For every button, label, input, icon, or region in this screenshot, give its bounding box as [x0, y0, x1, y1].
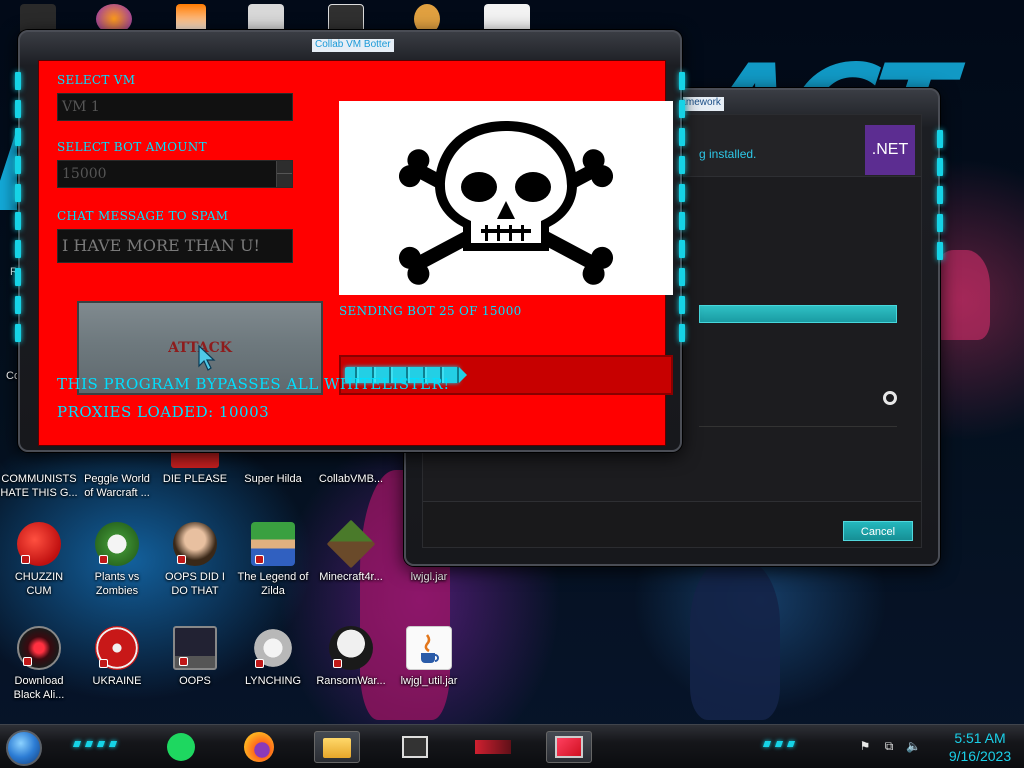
desktop-icon-label: HATE THIS G... [0, 487, 78, 499]
chat-message-input[interactable]: I HAVE MORE THAN U! [57, 229, 293, 263]
desktop-icon-label: Black Ali... [13, 689, 65, 701]
desktop-icon-label: COMMUNISTS [1, 473, 77, 485]
shortcut-arrow-icon [333, 659, 342, 668]
desktop-icon-oops[interactable]: OOPS [156, 626, 234, 688]
bot-amount-stepper[interactable] [276, 161, 292, 187]
volume-icon[interactable]: 🔈 [906, 739, 921, 753]
desktop-icon-pvz[interactable]: Plants vs Zombies [78, 522, 156, 598]
desktop-icon-ukraine[interactable]: UKRAINE [78, 626, 156, 688]
installer-divider [699, 407, 897, 427]
firefox-icon[interactable] [236, 731, 282, 763]
shortcut-arrow-icon [23, 657, 32, 666]
bot-amount-value: 15000 [62, 166, 107, 182]
minecraft-icon [326, 519, 376, 569]
file-explorer-icon[interactable] [314, 731, 360, 763]
desktop-icon-label: Minecraft4r... [319, 571, 383, 583]
shortcut-arrow-icon [179, 657, 188, 666]
java-icon [406, 626, 452, 670]
select-vm-label: SELECT VM [57, 73, 136, 87]
skull-icon [329, 626, 373, 670]
sending-status-label: SENDING BOT 25 OF 15000 [339, 304, 522, 318]
desktop-icon-oops-did-i[interactable]: OOPS DID I DO THAT [156, 522, 234, 598]
shortcut-arrow-icon [99, 659, 108, 668]
zelda-icon [251, 522, 295, 566]
spotify-icon[interactable] [158, 731, 204, 763]
desktop-icon-label: lwjgl.jar [410, 571, 448, 583]
installer-footer: Cancel [423, 501, 921, 547]
installer-progress-bar [699, 305, 897, 323]
desktop-icon-label: Plants vs [94, 571, 140, 583]
ornament-icon [251, 626, 295, 670]
clock-date: 9/16/2023 [948, 748, 1012, 764]
desktop-icon-label: Zombies [95, 585, 139, 597]
cancel-button[interactable]: Cancel [843, 521, 913, 541]
desktop-icon-minecraft[interactable]: Minecraft4r... [312, 519, 390, 584]
desktop-icon-label: CHUZZIN [14, 571, 64, 583]
shortcut-arrow-icon [21, 555, 30, 564]
flag-icon[interactable]: ⚑ [858, 739, 872, 753]
desktop-icon-label: RansomWar... [316, 675, 386, 687]
desktop-icon-label: DO THAT [171, 585, 219, 597]
proxies-loaded-text: PROXIES LOADED: 10003 [57, 403, 270, 421]
chat-message-label: CHAT MESSAGE TO SPAM [57, 209, 229, 223]
network-icon[interactable]: ⧉ [882, 739, 896, 753]
collab-vm-botter-window[interactable]: Collab VM Botter SELECT VM VM 1 SELECT B… [15, 30, 685, 452]
desktop-icon-label: The Legend of [237, 571, 309, 583]
start-button[interactable] [6, 730, 42, 766]
plants-vs-zombies-icon [95, 522, 139, 566]
desktop-icon-label: OOPS DID I [165, 571, 225, 583]
desktop-icon-label: OOPS [179, 675, 211, 687]
botter-panel: SELECT VM VM 1 SELECT BOT AMOUNT 15000 C… [38, 60, 673, 446]
shortcut-arrow-icon [255, 555, 264, 564]
dotnet-logo-icon: .NET [865, 125, 915, 175]
desktop-icon-label: DIE PLEASE [162, 473, 228, 485]
shortcut-arrow-icon [177, 555, 186, 564]
desktop-icon-label: of Warcraft ... [84, 487, 150, 499]
monitor-app-icon[interactable] [546, 731, 592, 763]
java-cup-icon [421, 634, 439, 663]
chuzzle-icon [17, 522, 61, 566]
desktop-icon-black-ali[interactable]: Download Black Ali... [0, 626, 78, 702]
skull-and-crossbones-icon [398, 121, 614, 285]
desktop-icon-label: CollabVMB... [318, 473, 384, 485]
desktop-icon-label: CUM [26, 585, 52, 597]
skull-image [339, 101, 673, 295]
network-manager-icon[interactable] [392, 731, 438, 763]
clock-time: 5:51 AM [954, 730, 1006, 746]
desktop-icon-label: Peggle World [84, 473, 150, 485]
frame-decoration [14, 72, 22, 410]
portrait-icon [173, 522, 217, 566]
eye-orb-icon [17, 626, 61, 670]
desktop-icon-label: lwjgl_util.jar [400, 675, 458, 687]
radiation-icon [95, 626, 139, 670]
desktop-icon-label: UKRAINE [92, 675, 142, 687]
frame-decoration [678, 72, 686, 410]
desktop-icon-label: Download [14, 675, 64, 687]
desktop-icon-lwjgl-util[interactable]: lwjgl_util.jar [390, 626, 468, 688]
frame-decoration [936, 130, 944, 524]
installer-status-text: g installed. [699, 147, 757, 161]
bot-amount-label: SELECT BOT AMOUNT [57, 140, 207, 154]
monitor-icon [173, 626, 217, 670]
taskbar: ⚑ ⧉ 🔈 5:51 AM 9/16/2023 [0, 724, 1024, 768]
desktop-icon-label: Super Hilda [244, 473, 302, 485]
shortcut-arrow-icon [99, 555, 108, 564]
shortcut-arrow-icon [255, 659, 264, 668]
bypass-notice: THIS PROGRAM BYPASSES ALL WHITELISTER! [57, 375, 450, 393]
mouse-cursor-icon [198, 344, 216, 371]
cpu-monitor-icon[interactable] [470, 731, 516, 763]
desktop-icon-ransomware[interactable]: RansomWar... [312, 626, 390, 688]
desktop-icon-label: LYNCHING [244, 675, 302, 687]
window-title: Collab VM Botter [312, 39, 394, 52]
taskbar-clock[interactable]: 5:51 AM 9/16/2023 [942, 729, 1018, 765]
wallpaper-figure [690, 560, 780, 720]
desktop-icon-label: Zilda [261, 585, 285, 597]
desktop-icon-lynching[interactable]: LYNCHING [234, 626, 312, 688]
desktop-icon-chuzzin[interactable]: CHUZZIN CUM [0, 522, 78, 598]
select-vm-field[interactable]: VM 1 [57, 93, 293, 121]
desktop-icon-zilda[interactable]: The Legend of Zilda [234, 522, 312, 598]
loading-spinner-icon [883, 391, 897, 405]
bot-amount-field[interactable]: 15000 [57, 160, 293, 188]
